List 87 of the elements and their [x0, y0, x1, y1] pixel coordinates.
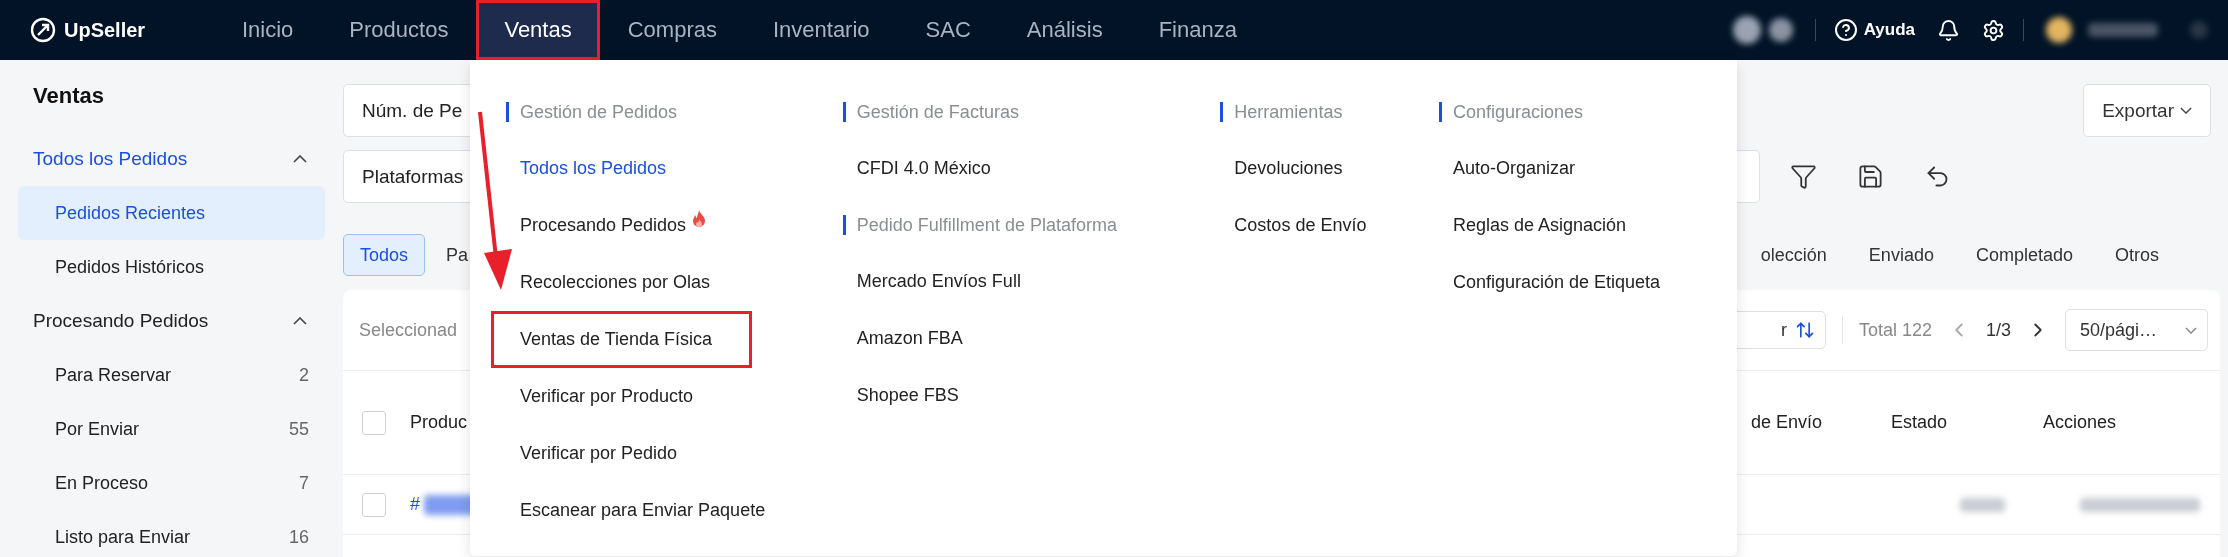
item-label: Por Enviar: [55, 418, 140, 440]
sidebar-item[interactable]: En Proceso 7: [18, 456, 325, 510]
status-tab[interactable]: Enviado: [1867, 234, 1935, 276]
menu-item[interactable]: Procesando Pedidos: [491, 197, 747, 254]
order-link[interactable]: #: [410, 494, 420, 515]
menu-item[interactable]: Configuración de Etiqueta: [1423, 254, 1701, 311]
blurred-icon[interactable]: [1732, 16, 1761, 44]
blurred-text: [1960, 497, 2005, 512]
menu-item[interactable]: Reglas de Asignación: [1423, 197, 1667, 254]
page-size-select[interactable]: 50/pági…: [2065, 309, 2208, 351]
status-tab[interactable]: Todos: [343, 234, 426, 276]
caret-icon: [2185, 326, 2197, 334]
chevron-up-icon: [293, 155, 307, 163]
menu-item[interactable]: Devoluciones: [1205, 140, 1383, 197]
column-header: Estado: [1891, 412, 1949, 433]
sidebar-group[interactable]: Todos los Pedidos: [18, 132, 325, 186]
blurred-text: [2088, 23, 2158, 37]
sidebar-title: Ventas: [32, 82, 105, 110]
menu-section-title: Gestión de Pedidos: [506, 102, 843, 122]
menu-item[interactable]: Mercado Envíos Full: [827, 253, 1061, 310]
column-header: de Envío: [1751, 412, 1824, 433]
menu-item[interactable]: Escanear para Enviar Paquete: [491, 482, 806, 539]
total-count: Total 122: [1858, 319, 1932, 341]
menu-item[interactable]: Todos los Pedidos: [491, 140, 707, 197]
chevron-up-icon: [293, 317, 307, 325]
nav-item[interactable]: Inicio: [214, 0, 322, 60]
nav-item[interactable]: Productos: [321, 0, 477, 60]
menu-section-title: Gestión de Facturas: [842, 102, 1221, 122]
sort-icon: [1794, 320, 1815, 340]
menu-section-title: Herramientas: [1220, 102, 1439, 122]
menu-section-title: Pedido Fulfillment de Plataforma: [842, 215, 1221, 235]
menu-item[interactable]: Amazon FBA: [827, 310, 1003, 367]
sidebar-item[interactable]: Pedidos Recientes: [18, 186, 325, 240]
checkbox[interactable]: [362, 410, 386, 435]
nav-item[interactable]: Ventas: [476, 0, 600, 60]
menu-item[interactable]: CFDI 4.0 México: [827, 140, 1031, 197]
column-header: Acciones: [2043, 412, 2118, 433]
logo-icon: [30, 17, 56, 43]
item-count: 7: [299, 472, 309, 494]
item-label: Pedidos Históricos: [55, 256, 205, 278]
page-indicator: 1/3: [1985, 319, 2011, 341]
flame-icon: [692, 209, 707, 228]
selection-label: Seleccionad: [359, 319, 458, 341]
bell-icon[interactable]: [1937, 18, 1960, 42]
sidebar-item[interactable]: Por Enviar 55: [18, 402, 325, 456]
group-label: Procesando Pedidos: [33, 310, 209, 332]
item-label: Listo para Enviar: [55, 526, 191, 548]
column-header: Produc: [410, 412, 468, 433]
nav-item[interactable]: Análisis: [998, 0, 1131, 60]
nav-item[interactable]: Inventario: [744, 0, 898, 60]
menu-item[interactable]: Ventas de Tienda Física: [491, 311, 753, 368]
menu-section-title: Configuraciones: [1438, 102, 1737, 122]
save-icon[interactable]: [1857, 163, 1884, 190]
help-link[interactable]: Ayuda: [1833, 18, 1915, 42]
menu-item[interactable]: Auto-Organizar: [1423, 140, 1615, 197]
nav-item[interactable]: SAC: [897, 0, 999, 60]
caret-icon: [2180, 107, 2192, 114]
sidebar-group[interactable]: Procesando Pedidos: [18, 294, 325, 348]
menu-item[interactable]: Recolecciones por Olas: [491, 254, 751, 311]
sidebar-item[interactable]: Para Reservar 2: [18, 348, 325, 402]
status-tab[interactable]: olección: [1759, 234, 1828, 276]
filter-icon[interactable]: [1790, 163, 1817, 190]
item-count: 16: [288, 526, 309, 548]
status-tab[interactable]: Otros: [2114, 234, 2160, 276]
menu-item[interactable]: Verificar por Pedido: [491, 425, 718, 482]
avatar[interactable]: [2046, 17, 2072, 43]
nav-item[interactable]: Finanza: [1130, 0, 1265, 60]
logo-text[interactable]: UpSeller: [64, 18, 146, 42]
blurred-icon: [2190, 21, 2208, 39]
menu-item[interactable]: Shopee FBS: [827, 367, 999, 424]
status-tab[interactable]: Completado: [1974, 234, 2074, 276]
item-label: Pedidos Recientes: [55, 202, 206, 224]
checkbox[interactable]: [362, 492, 386, 517]
blurred-icon[interactable]: [1768, 18, 1793, 42]
item-count: 2: [299, 364, 309, 386]
sidebar-item[interactable]: Pedidos Históricos: [18, 240, 325, 294]
status-tab[interactable]: Pa: [445, 234, 470, 276]
sidebar-item[interactable]: Listo para Enviar 16: [18, 510, 325, 557]
item-count: 55: [288, 418, 309, 440]
export-button[interactable]: Exportar: [2083, 84, 2211, 137]
menu-item[interactable]: Verificar por Producto: [491, 368, 734, 425]
help-icon: [1833, 18, 1858, 42]
item-label: En Proceso: [55, 472, 149, 494]
nav-item[interactable]: Compras: [599, 0, 745, 60]
group-label: Todos los Pedidos: [33, 148, 188, 170]
settings-icon[interactable]: [1982, 18, 2005, 42]
item-label: Para Reservar: [55, 364, 172, 386]
